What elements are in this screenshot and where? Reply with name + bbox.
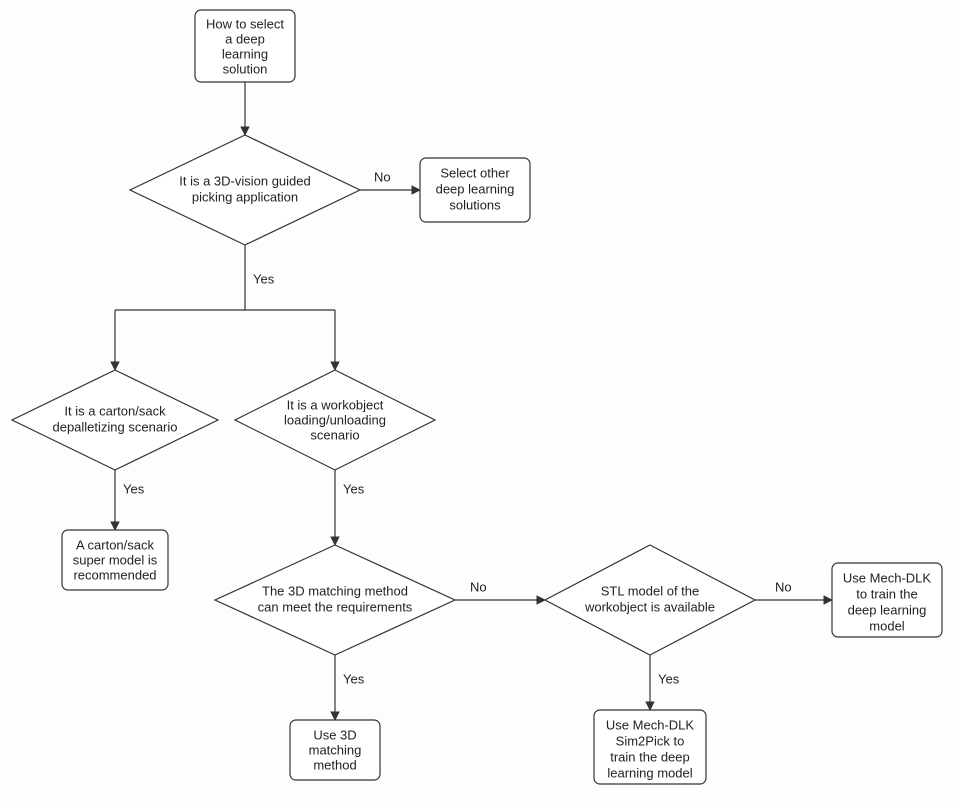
text: It is a carton/sack xyxy=(64,403,166,418)
text: Use 3D xyxy=(313,727,356,742)
text: It is a workobject xyxy=(287,397,384,412)
node-sim2pick: Use Mech-DLK Sim2Pick to train the deep … xyxy=(594,710,706,784)
text: Use Mech-DLK xyxy=(606,717,694,732)
node-d4: The 3D matching method can meet the requ… xyxy=(215,545,455,655)
label-yes: Yes xyxy=(658,671,680,686)
node-d3: It is a workobject loading/unloading sce… xyxy=(235,370,435,470)
text: solutions xyxy=(449,197,501,212)
text: recommended xyxy=(73,567,156,582)
text: can meet the requirements xyxy=(258,599,413,614)
text: Sim2Pick to xyxy=(616,733,685,748)
text: How to select xyxy=(206,16,284,31)
text: matching xyxy=(309,742,362,757)
node-use3d: Use 3D matching method xyxy=(290,720,380,780)
text: picking application xyxy=(192,189,298,204)
node-d2: It is a carton/sack depalletizing scenar… xyxy=(12,370,218,470)
text: STL model of the xyxy=(601,583,700,598)
text: learning model xyxy=(607,765,692,780)
node-start: How to select a deep learning solution xyxy=(195,10,295,82)
text: model xyxy=(869,618,905,633)
node-other: Select other deep learning solutions xyxy=(420,158,530,222)
label-yes: Yes xyxy=(343,671,365,686)
text: loading/unloading xyxy=(284,412,386,427)
node-super: A carton/sack super model is recommended xyxy=(62,530,168,590)
label-yes: Yes xyxy=(123,481,145,496)
text: a deep xyxy=(225,31,265,46)
label-no: No xyxy=(374,169,391,184)
label-no: No xyxy=(775,579,792,594)
text: solution xyxy=(223,61,268,76)
text: super model is xyxy=(73,552,158,567)
flowchart: How to select a deep learning solution I… xyxy=(0,0,958,808)
text: deep learning xyxy=(848,602,927,617)
label-yes: Yes xyxy=(253,271,275,286)
text: A carton/sack xyxy=(76,537,155,552)
text: Use Mech-DLK xyxy=(843,570,931,585)
node-d1: It is a 3D-vision guided picking applica… xyxy=(130,135,360,245)
text: learning xyxy=(222,46,268,61)
text: The 3D matching method xyxy=(262,583,408,598)
text: workobject is available xyxy=(584,599,715,614)
text: deep learning xyxy=(436,181,515,196)
text: method xyxy=(313,757,356,772)
node-d5: STL model of the workobject is available xyxy=(545,545,755,655)
text: train the deep xyxy=(610,749,690,764)
text: It is a 3D-vision guided xyxy=(179,173,311,188)
text: depalletizing scenario xyxy=(52,419,177,434)
text: to train the xyxy=(856,586,917,601)
label-no: No xyxy=(470,579,487,594)
node-mechdlk: Use Mech-DLK to train the deep learning … xyxy=(832,563,942,637)
label-yes: Yes xyxy=(343,481,365,496)
text: scenario xyxy=(310,427,359,442)
text: Select other xyxy=(440,165,510,180)
